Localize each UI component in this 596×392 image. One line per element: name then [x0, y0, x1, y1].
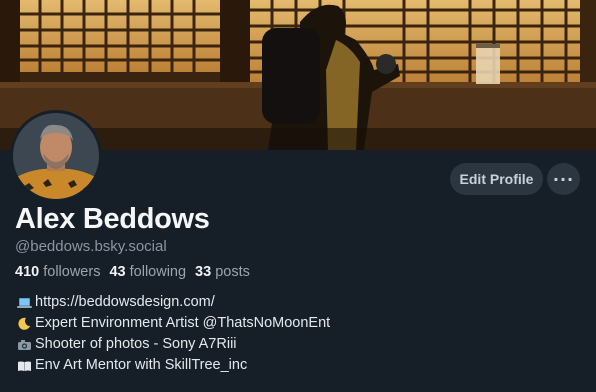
edit-profile-button[interactable]: Edit Profile	[450, 163, 543, 195]
camera-icon	[17, 338, 31, 352]
following-stat[interactable]: 43 following	[109, 264, 186, 280]
followers-label: followers	[43, 264, 101, 280]
followers-count: 410	[15, 264, 40, 280]
following-count: 43	[109, 264, 126, 280]
book-icon	[17, 359, 31, 373]
laptop-icon	[17, 296, 32, 310]
more-dots-icon: ···	[552, 169, 575, 189]
crescent-moon-icon	[17, 317, 31, 331]
bio-line: Shooter of photos - Sony A7Riii	[17, 334, 330, 355]
bio-text: Expert Environment Artist @ThatsNoMoonEn…	[35, 315, 331, 331]
profile-bio: https://beddowsdesign.com/ Expert Enviro…	[17, 292, 330, 376]
following-label: following	[129, 264, 187, 280]
bio-text: Shooter of photos - Sony A7Riii	[35, 336, 237, 352]
bio-line: Env Art Mentor with SkillTree_inc	[17, 355, 330, 376]
bio-text: Env Art Mentor with SkillTree_inc	[35, 357, 248, 373]
website-link[interactable]: https://beddowsdesign.com/	[35, 292, 215, 313]
avatar[interactable]	[10, 110, 102, 202]
bio-line: Expert Environment Artist @ThatsNoMoonEn…	[17, 313, 330, 334]
posts-stat: 33 posts	[195, 264, 250, 280]
avatar-photo	[13, 113, 99, 199]
profile-handle: @beddows.bsky.social	[15, 238, 167, 255]
bio-line: https://beddowsdesign.com/	[17, 292, 330, 313]
more-options-button[interactable]: ···	[547, 163, 580, 195]
profile-stats: 410 followers 43 following 33 posts	[15, 264, 250, 280]
posts-label: posts	[215, 264, 250, 280]
display-name: Alex Beddows	[15, 203, 210, 235]
followers-stat[interactable]: 410 followers	[15, 264, 100, 280]
posts-count: 33	[195, 264, 212, 280]
